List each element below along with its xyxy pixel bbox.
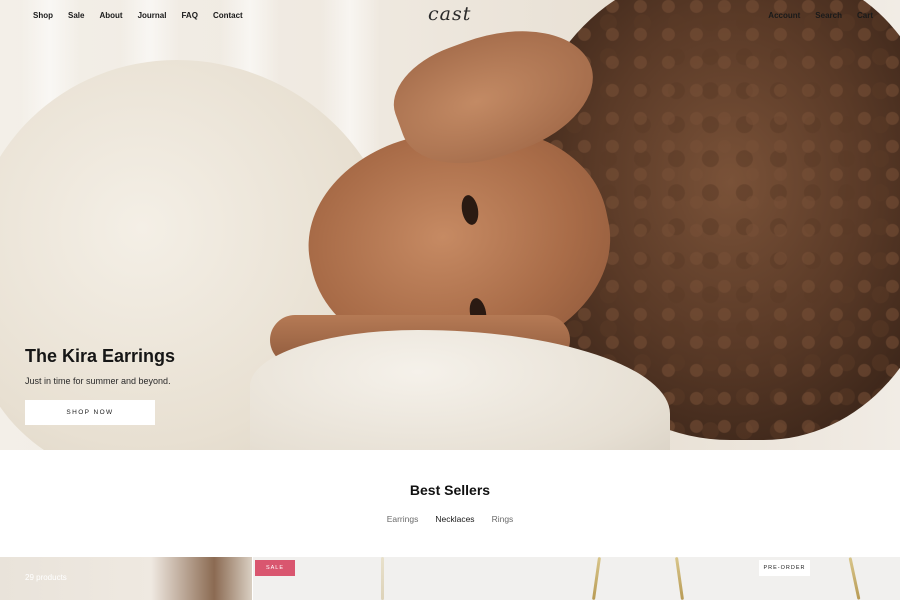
nav-left-links: Shop Sale About Journal FAQ Contact (33, 11, 258, 20)
necklace-chain (592, 557, 601, 600)
nav-link-shop[interactable]: Shop (33, 11, 53, 20)
hero-subtitle: Just in time for summer and beyond. (25, 376, 171, 386)
necklace-chain (848, 557, 861, 600)
collection-card-image[interactable]: 29 products (0, 557, 252, 600)
best-sellers-tabs: Earrings Necklaces Rings (0, 514, 900, 524)
nav-right-links: Account Search Cart (753, 11, 873, 20)
tab-necklaces[interactable]: Necklaces (435, 514, 474, 524)
necklace-chain (675, 557, 684, 600)
tab-rings[interactable]: Rings (492, 514, 514, 524)
nav-link-contact[interactable]: Contact (213, 11, 243, 20)
necklace-chain (381, 557, 384, 600)
nav-link-faq[interactable]: FAQ (181, 11, 197, 20)
sale-badge: SALE (255, 560, 295, 576)
nav-link-journal[interactable]: Journal (138, 11, 167, 20)
product-count: 29 products (25, 573, 67, 582)
top-navigation: Shop Sale About Journal FAQ Contact cast… (0, 0, 900, 30)
brand-logo[interactable]: cast (428, 3, 471, 25)
pre-order-badge: PRE-ORDER (759, 560, 810, 576)
nav-link-about[interactable]: About (99, 11, 122, 20)
hero-title: The Kira Earrings (25, 346, 176, 366)
nav-link-cart[interactable]: Cart (857, 11, 873, 20)
nav-link-sale[interactable]: Sale (68, 11, 84, 20)
best-sellers-title: Best Sellers (409, 482, 491, 498)
shop-now-button[interactable]: SHOP NOW (25, 400, 155, 425)
nav-link-search[interactable]: Search (815, 11, 842, 20)
nav-link-account[interactable]: Account (768, 11, 800, 20)
tab-earrings[interactable]: Earrings (387, 514, 419, 524)
product-grid: 29 products SALE PRE-ORDER (0, 557, 900, 600)
